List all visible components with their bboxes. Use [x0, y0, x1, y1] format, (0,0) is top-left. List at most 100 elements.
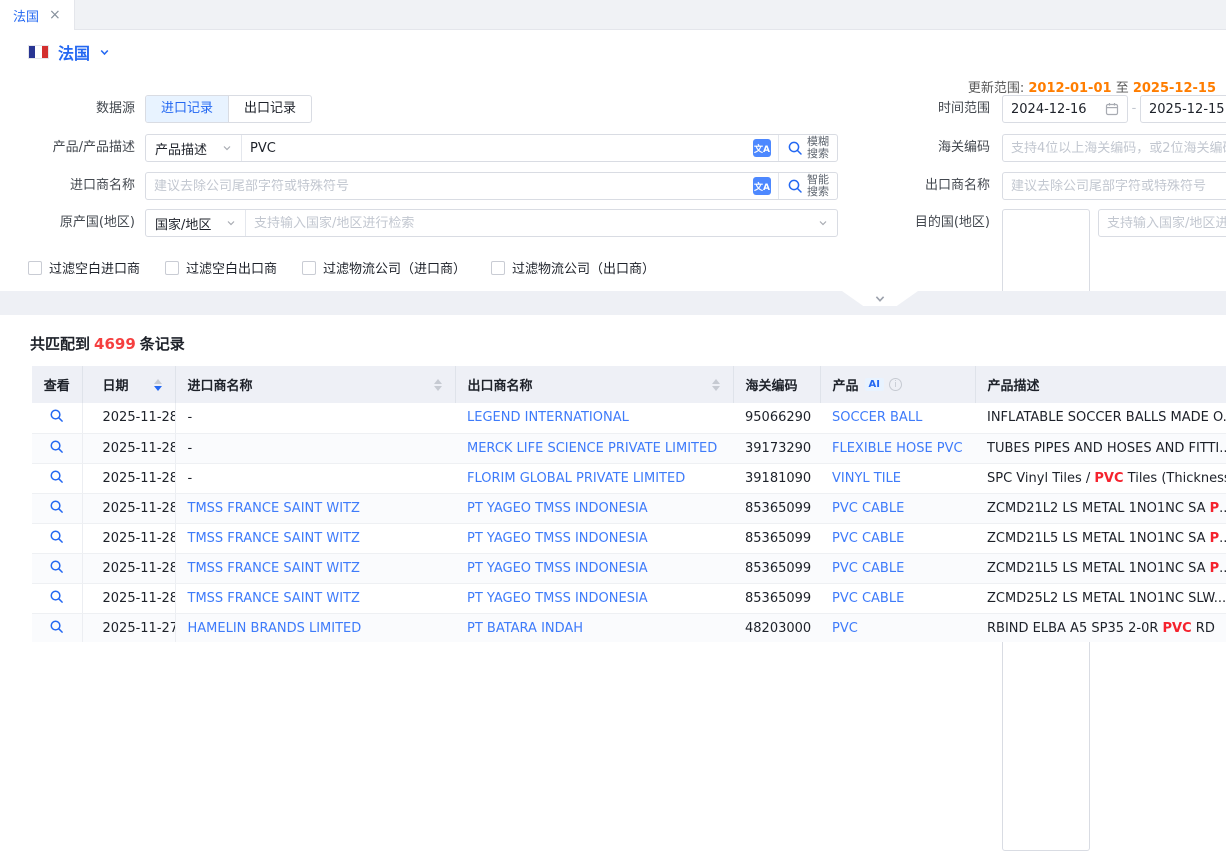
view-record-button[interactable]	[32, 559, 82, 574]
records-table-body: 2025-11-28-LEGEND INTERNATIONAL95066290S…	[32, 403, 1226, 642]
chevron-down-icon	[99, 47, 110, 58]
origin-country-group: 国家/地区	[145, 209, 838, 237]
importer-link[interactable]: TMSS FRANCE SAINT WITZ	[188, 561, 360, 576]
results-count: 4699	[90, 335, 140, 353]
exporter-link[interactable]: PT BATARA INDAH	[467, 621, 583, 636]
tab-bar: 法国 ×	[0, 0, 1226, 30]
product-link[interactable]: SOCCER BALL	[832, 410, 922, 425]
checkbox-filter-blank-importer[interactable]: 过滤空白进口商	[28, 258, 140, 277]
destination-country-input[interactable]	[1099, 216, 1226, 231]
checkbox-icon[interactable]	[165, 261, 179, 275]
importer-name-input[interactable]	[146, 179, 746, 194]
product-link[interactable]: PVC CABLE	[832, 561, 904, 576]
date-end-value: 2025-12-15	[1141, 102, 1226, 117]
view-cell	[32, 403, 82, 433]
fuzzy-search-button[interactable]: 模糊搜索	[778, 135, 837, 161]
product-link[interactable]: PVC CABLE	[832, 531, 904, 546]
date-cell: 2025-11-28	[82, 553, 175, 583]
records-table: 查看 日期 进口商名称 出口商名称 海关编码	[32, 366, 1226, 642]
translate-icon[interactable]: 文A	[753, 139, 771, 157]
hs-code-input[interactable]	[1003, 141, 1226, 156]
filter-checkbox-row: 过滤空白进口商 过滤空白出口商 过滤物流公司（进口商） 过滤物流公司（出口商）	[28, 258, 655, 277]
table-header-row: 查看 日期 进口商名称 出口商名称 海关编码	[32, 366, 1226, 403]
checkbox-icon[interactable]	[302, 261, 316, 275]
column-header-view: 查看	[32, 366, 82, 403]
checkbox-filter-logistics-importer[interactable]: 过滤物流公司（进口商）	[302, 258, 466, 277]
exporter-link[interactable]: FLORIM GLOBAL PRIVATE LIMITED	[467, 471, 685, 486]
importer-link[interactable]: TMSS FRANCE SAINT WITZ	[188, 531, 360, 546]
country-name: 法国	[58, 40, 90, 64]
exporter-link[interactable]: PT YAGEO TMSS INDONESIA	[467, 501, 648, 516]
search-icon	[49, 499, 64, 514]
product-search-input[interactable]	[242, 141, 746, 156]
exporter-link[interactable]: MERCK LIFE SCIENCE PRIVATE LIMITED	[467, 441, 717, 456]
column-header-date[interactable]: 日期	[82, 366, 175, 403]
search-icon	[49, 619, 64, 634]
sort-control[interactable]	[712, 379, 720, 391]
exporter-link[interactable]: LEGEND INTERNATIONAL	[467, 410, 629, 425]
search-icon	[49, 469, 64, 484]
product-link[interactable]: PVC	[832, 621, 858, 636]
collapse-filters-handle[interactable]	[842, 291, 918, 306]
column-header-exporter[interactable]: 出口商名称	[455, 366, 733, 403]
view-record-button[interactable]	[32, 408, 82, 423]
product-type-select[interactable]: 产品描述	[146, 135, 242, 161]
hs-code-cell: 85365099	[733, 553, 820, 583]
checkbox-filter-logistics-exporter[interactable]: 过滤物流公司（出口商）	[491, 258, 655, 277]
view-record-button[interactable]	[32, 529, 82, 544]
sort-control[interactable]	[154, 379, 162, 391]
data-source-label: 数据源	[0, 95, 135, 123]
info-icon[interactable]: i	[889, 378, 902, 391]
sort-control[interactable]	[434, 379, 442, 391]
results-summary: 共匹配到4699条记录	[30, 333, 185, 354]
view-cell	[32, 493, 82, 523]
search-icon	[49, 529, 64, 544]
checkbox-icon[interactable]	[28, 261, 42, 275]
view-cell	[32, 463, 82, 493]
date-start-input[interactable]: 2024-12-16	[1002, 95, 1128, 123]
exporter-link[interactable]: PT YAGEO TMSS INDONESIA	[467, 591, 648, 606]
table-row: 2025-11-28-LEGEND INTERNATIONAL95066290S…	[32, 403, 1226, 433]
column-header-importer[interactable]: 进口商名称	[175, 366, 455, 403]
view-record-button[interactable]	[32, 619, 82, 634]
tab-title: 法国	[13, 6, 39, 25]
view-record-button[interactable]	[32, 499, 82, 514]
date-cell: 2025-11-28	[82, 403, 175, 433]
description-cell: ZCMD25L2 LS METAL 1NO1NC SLW...	[975, 583, 1226, 613]
importer-input-group: 文A 智能搜索	[145, 172, 838, 200]
country-selector[interactable]: 法国	[28, 40, 110, 64]
table-row: 2025-11-28-MERCK LIFE SCIENCE PRIVATE LI…	[32, 433, 1226, 463]
smart-search-button[interactable]: 智能搜索	[778, 173, 837, 199]
product-link[interactable]: PVC CABLE	[832, 501, 904, 516]
search-icon	[787, 178, 803, 194]
product-link[interactable]: FLEXIBLE HOSE PVC	[832, 441, 963, 456]
tab-france[interactable]: 法国 ×	[0, 0, 75, 30]
column-header-product: 产品 AI i	[820, 366, 975, 403]
product-cell: PVC CABLE	[820, 493, 975, 523]
checkbox-icon[interactable]	[491, 261, 505, 275]
product-link[interactable]: VINYL TILE	[832, 471, 901, 486]
product-cell: SOCCER BALL	[820, 403, 975, 433]
close-icon[interactable]: ×	[49, 8, 61, 22]
tab-export-records[interactable]: 出口记录	[228, 96, 311, 122]
importer-link[interactable]: TMSS FRANCE SAINT WITZ	[188, 501, 360, 516]
exporter-link[interactable]: PT YAGEO TMSS INDONESIA	[467, 531, 648, 546]
view-record-button[interactable]	[32, 469, 82, 484]
view-record-button[interactable]	[32, 589, 82, 604]
tab-import-records[interactable]: 进口记录	[146, 96, 228, 122]
translate-icon[interactable]: 文A	[753, 177, 771, 195]
view-record-button[interactable]	[32, 439, 82, 454]
exporter-name-input[interactable]	[1003, 179, 1226, 194]
update-range-end: 2025-12-15	[1133, 81, 1216, 96]
date-cell: 2025-11-28	[82, 433, 175, 463]
product-cell: PVC CABLE	[820, 553, 975, 583]
origin-country-input[interactable]	[246, 216, 818, 231]
origin-country-select[interactable]: 国家/地区	[146, 210, 246, 236]
description-cell: RBIND ELBA A5 SP35 2-0R PVC RD	[975, 613, 1226, 642]
importer-link[interactable]: HAMELIN BRANDS LIMITED	[188, 621, 362, 636]
exporter-link[interactable]: PT YAGEO TMSS INDONESIA	[467, 561, 648, 576]
date-end-input[interactable]: 2025-12-15	[1140, 95, 1226, 123]
importer-link[interactable]: TMSS FRANCE SAINT WITZ	[188, 591, 360, 606]
product-link[interactable]: PVC CABLE	[832, 591, 904, 606]
checkbox-filter-blank-exporter[interactable]: 过滤空白出口商	[165, 258, 277, 277]
